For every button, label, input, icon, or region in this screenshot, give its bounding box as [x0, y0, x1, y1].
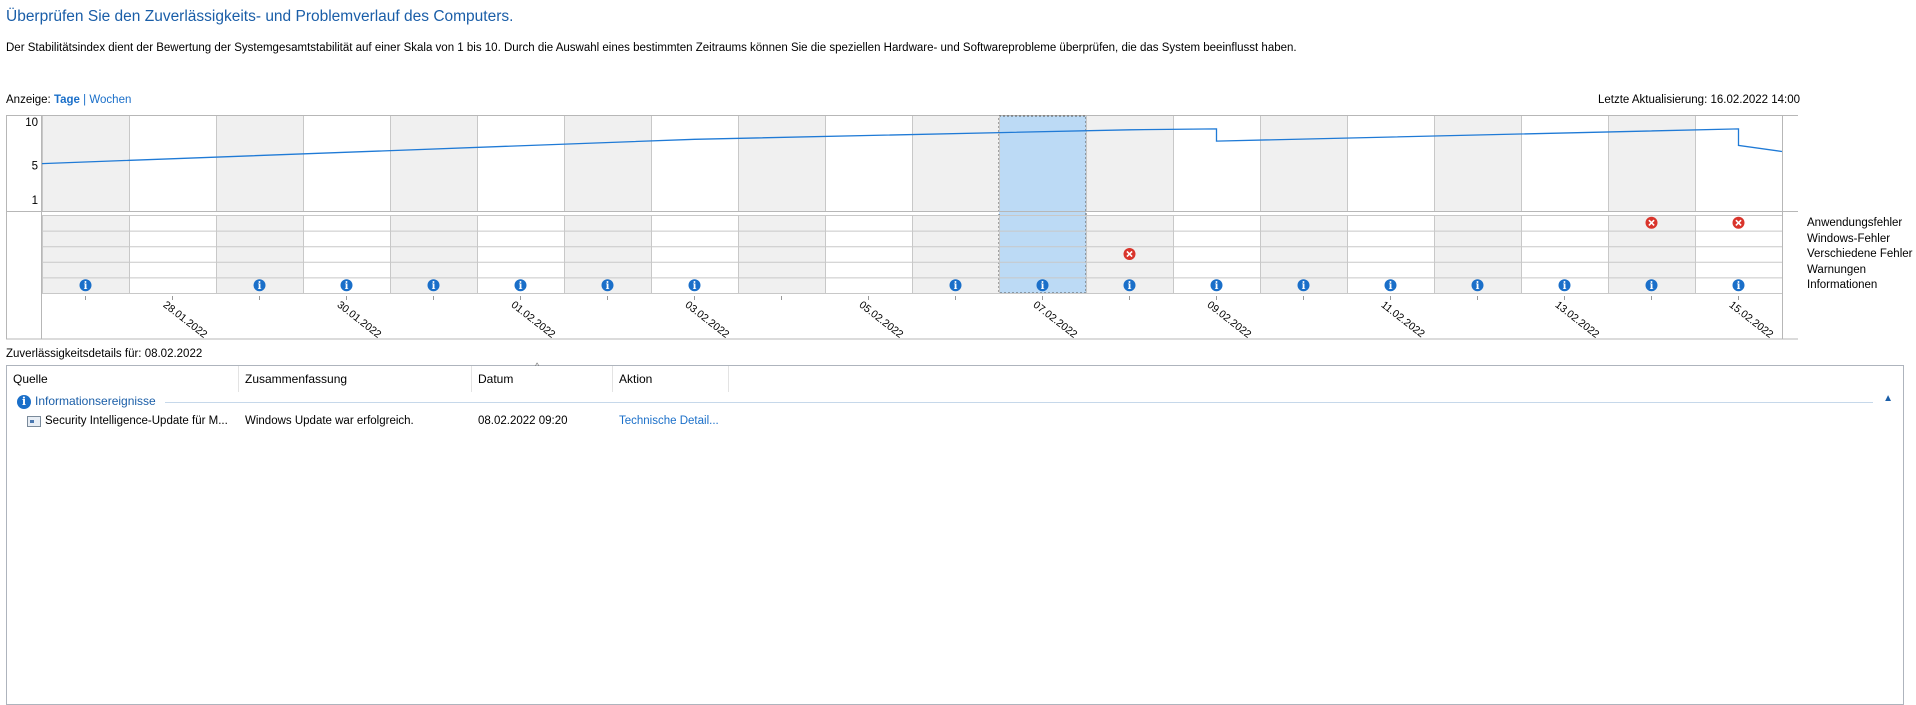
info-glyph: i [1389, 281, 1393, 292]
technical-details-link[interactable]: Technische Detail... [619, 415, 729, 427]
reliability-chart-svg: 1051i i i i i i i i i i i i i i i i i28.01.2022 30.01.202… [6, 115, 1803, 341]
info-glyph: i [1041, 281, 1045, 292]
error-icon[interactable] [1732, 216, 1745, 229]
y-tick-label: 10 [25, 117, 38, 129]
info-glyph: i [84, 281, 88, 292]
error-icon[interactable] [1645, 216, 1658, 229]
day-column-shade [390, 116, 477, 211]
info-glyph: i [1563, 281, 1567, 292]
page-description: Der Stabilitätsindex dient der Bewertung… [6, 42, 1297, 54]
last-update-text: Letzte Aktualisierung: 16.02.2022 14:00 [1597, 94, 1800, 106]
info-glyph: i [1737, 281, 1741, 292]
collapse-chevron-up-icon[interactable]: ▲ [1883, 393, 1893, 404]
event-row-label: Anwendungsfehler [1807, 217, 1903, 229]
info-glyph: i [258, 281, 262, 292]
update-event-icon [27, 416, 41, 427]
info-glyph: i [519, 281, 523, 292]
view-label: Anzeige: [6, 94, 51, 106]
day-column-shade [738, 215, 825, 293]
column-header-source[interactable]: Quelle [7, 366, 239, 392]
info-glyph: i [1215, 281, 1219, 292]
error-icon[interactable] [1123, 248, 1136, 260]
event-row-label: Windows-Fehler [1807, 232, 1891, 245]
row-date: 08.02.2022 09:20 [478, 415, 568, 427]
day-column-shade [564, 116, 651, 211]
details-label: Zuverlässigkeitsdetails für: 08.02.2022 [6, 348, 203, 360]
info-icon: i [17, 395, 31, 409]
row-summary: Windows Update war erfolgreich. [245, 415, 414, 427]
info-glyph: i [693, 281, 697, 292]
column-header-date[interactable]: Datum [472, 366, 613, 392]
info-glyph: i [606, 281, 610, 292]
table-row[interactable]: Security Intelligence-Update für M... Wi… [7, 412, 1903, 432]
info-glyph: i [432, 281, 436, 292]
view-weeks-link[interactable]: Wochen [89, 94, 131, 106]
info-glyph: i [1476, 281, 1480, 292]
event-row-label: Verschiedene Fehler [1807, 248, 1913, 261]
group-header-information-events[interactable]: i Informationsereignisse ▲ [13, 393, 1897, 411]
y-tick-label: 5 [32, 160, 38, 172]
page-title: Überprüfen Sie den Zuverlässigkeits- und… [6, 8, 514, 25]
event-row-label: Informationen [1807, 279, 1878, 292]
y-tick-label: 1 [32, 195, 38, 207]
info-glyph: i [1128, 281, 1132, 292]
view-separator: | [83, 94, 87, 106]
info-glyph: i [1650, 281, 1654, 292]
event-row-label: Warnungen [1807, 263, 1867, 276]
info-glyph: i [345, 281, 349, 292]
group-label: Informationsereignisse [35, 394, 156, 408]
day-column-shade [1260, 116, 1347, 211]
view-toggle: Anzeige: Tage | Wochen [6, 94, 131, 106]
group-divider [165, 402, 1873, 403]
selected-day-column[interactable] [998, 115, 1087, 294]
info-glyph: i [1302, 281, 1306, 292]
details-table: ^ Quelle Zusammenfassung Datum Aktion i … [6, 361, 1904, 705]
column-header-summary[interactable]: Zusammenfassung [239, 366, 472, 392]
reliability-chart[interactable]: 10 5 1 i i i i i i i i i i i i i i i i i 28.01.2022 30.01.202… [6, 115, 1916, 341]
day-column-shade [1434, 116, 1521, 211]
row-source: Security Intelligence-Update für M... [45, 415, 228, 427]
day-column-shade [738, 116, 825, 211]
view-days-link[interactable]: Tage [54, 94, 80, 106]
column-header-action[interactable]: Aktion [613, 366, 729, 392]
day-column-shade [216, 116, 303, 211]
info-glyph: i [954, 281, 958, 292]
day-column-shade [912, 116, 999, 211]
